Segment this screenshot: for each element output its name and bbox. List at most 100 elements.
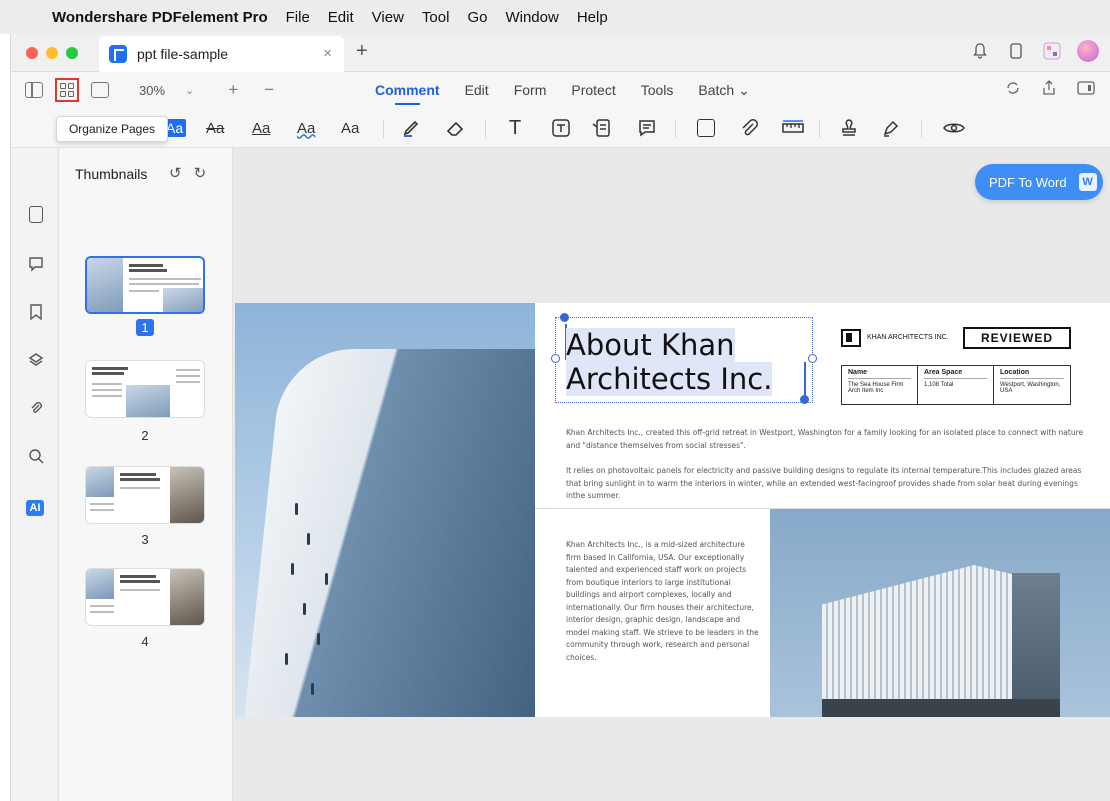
signature-stamp-icon[interactable] (839, 116, 859, 140)
right-panel-icon[interactable] (1077, 80, 1095, 100)
close-window-button[interactable] (26, 47, 38, 59)
document-title[interactable]: About Khan Architects Inc. (566, 328, 773, 396)
text-tool[interactable]: T (509, 116, 521, 140)
tab-edit[interactable]: Edit (465, 82, 489, 98)
comment-icon[interactable] (26, 254, 46, 274)
search-icon[interactable] (26, 446, 46, 466)
zoom-in-button[interactable]: + (228, 80, 238, 100)
table-value: Westport, Washington, USA (1000, 382, 1061, 394)
thumbnail-label-4: 4 (141, 634, 149, 649)
document-canvas[interactable]: PDF To Word W About Khan Architects Inc.… (233, 148, 1110, 801)
strikethrough-tool[interactable]: Aa (206, 116, 224, 140)
bookmark-icon[interactable] (26, 302, 46, 322)
tab-form[interactable]: Form (514, 82, 547, 98)
tab-tools[interactable]: Tools (641, 82, 674, 98)
tab-protect[interactable]: Protect (571, 82, 615, 98)
resize-handle[interactable] (800, 395, 809, 404)
pen-icon[interactable] (881, 116, 901, 140)
thumbnail-text-line (129, 283, 199, 285)
sticky-note-icon[interactable] (637, 116, 657, 140)
callout-icon[interactable] (591, 116, 611, 140)
thumbnail-text-line (90, 503, 114, 505)
menu-edit[interactable]: Edit (328, 9, 354, 26)
menu-tool[interactable]: Tool (422, 9, 450, 26)
thumbnail-page-3[interactable] (85, 466, 205, 524)
share-icon[interactable] (1041, 80, 1057, 100)
bell-icon[interactable] (969, 40, 991, 62)
squiggly-tool[interactable]: Aa (297, 116, 315, 140)
menu-help[interactable]: Help (577, 9, 608, 26)
thumbnail-page-2[interactable] (85, 360, 205, 418)
ai-assistant-icon[interactable]: AI (26, 500, 44, 516)
thumbnails-panel: Thumbnails ↺ ↻ 1 2 3 4 (59, 148, 233, 801)
thumbnail-image (86, 569, 114, 599)
underline-tool[interactable]: Aa (252, 116, 270, 140)
tab-comment[interactable]: Comment (375, 82, 440, 105)
template-icon[interactable] (1041, 40, 1063, 62)
eraser-icon[interactable] (445, 116, 465, 140)
pdf-to-word-label: PDF To Word (989, 174, 1067, 190)
close-tab-icon[interactable]: × (323, 45, 332, 62)
selected-title-textbox[interactable]: About Khan Architects Inc. (551, 313, 817, 404)
user-avatar[interactable] (1077, 40, 1099, 62)
main-toolbar: 30% ⌄ + − Comment Edit Form Protect Tool… (11, 72, 1110, 108)
table-header: Location (1000, 369, 1064, 379)
tab-bar: ppt file-sample × + (11, 34, 1110, 72)
tab-batch[interactable]: Batch ⌄ (698, 82, 749, 99)
thumbnail-label-1: 1 (85, 319, 205, 336)
toolbar-divider (485, 120, 486, 138)
app-name-menu[interactable]: Wondershare PDFelement Pro (52, 9, 268, 26)
device-icon[interactable] (1005, 40, 1027, 62)
document-tab-title: ppt file-sample (137, 46, 229, 62)
zoom-out-button[interactable]: − (264, 80, 274, 100)
page-display-icon[interactable] (91, 82, 109, 98)
menu-file[interactable]: File (286, 9, 310, 26)
measure-ruler-icon[interactable] (781, 116, 805, 140)
page-thumbnails-icon[interactable] (29, 206, 43, 223)
toolbar-divider (921, 120, 922, 138)
table-value: 1,108 Total (924, 382, 954, 388)
pdfelement-app-icon (109, 45, 127, 63)
document-tab[interactable]: ppt file-sample × (99, 36, 344, 72)
paragraph-2: It relies on photovoltaic panels for ele… (566, 466, 1082, 500)
eye-icon[interactable] (943, 116, 965, 140)
minimize-window-button[interactable] (46, 47, 58, 59)
facade-window (291, 563, 294, 575)
organize-pages-button[interactable] (55, 78, 79, 102)
rectangle-shape-tool[interactable] (697, 116, 715, 140)
titlebar-right-icons (969, 40, 1099, 62)
textbox-icon[interactable] (551, 116, 571, 140)
zoom-window-button[interactable] (66, 47, 78, 59)
menu-view[interactable]: View (372, 9, 404, 26)
menu-window[interactable]: Window (505, 9, 558, 26)
menu-go[interactable]: Go (467, 9, 487, 26)
rotate-right-icon[interactable]: ↻ (194, 164, 207, 182)
building-body (822, 565, 1012, 717)
resize-handle[interactable] (551, 354, 560, 363)
table-header: Area Space (924, 369, 987, 379)
resize-handle[interactable] (560, 313, 569, 322)
resize-handle[interactable] (808, 354, 817, 363)
new-tab-button[interactable]: + (356, 40, 368, 63)
thumbnail-rotate-controls: ↺ ↻ (169, 164, 206, 182)
thumbnail-text-line (120, 589, 160, 591)
main-tabs: Comment Edit Form Protect Tools Batch ⌄ (375, 72, 750, 108)
thumbnail-page-1[interactable] (85, 256, 205, 314)
thumbnail-text-line (129, 264, 163, 267)
insert-text-tool[interactable]: Aa (341, 116, 359, 140)
thumbnail-page-4[interactable] (85, 568, 205, 626)
grid-icon (60, 83, 74, 97)
sidebar-toggle-icon[interactable] (25, 82, 43, 98)
zoom-level[interactable]: 30% (139, 83, 165, 98)
layers-icon[interactable] (26, 350, 46, 370)
pdf-to-word-button[interactable]: PDF To Word W (975, 164, 1103, 200)
sync-icon[interactable] (1005, 80, 1021, 100)
attachment-panel-icon[interactable] (26, 398, 46, 418)
thumbnail-image (170, 467, 204, 523)
highlight-area-icon[interactable] (401, 116, 421, 140)
thumbnail-text-line (120, 575, 156, 578)
rotate-left-icon[interactable]: ↺ (169, 164, 182, 182)
left-rail: AI (11, 148, 59, 801)
attachment-icon[interactable] (739, 116, 759, 140)
zoom-dropdown-icon[interactable]: ⌄ (185, 84, 194, 97)
